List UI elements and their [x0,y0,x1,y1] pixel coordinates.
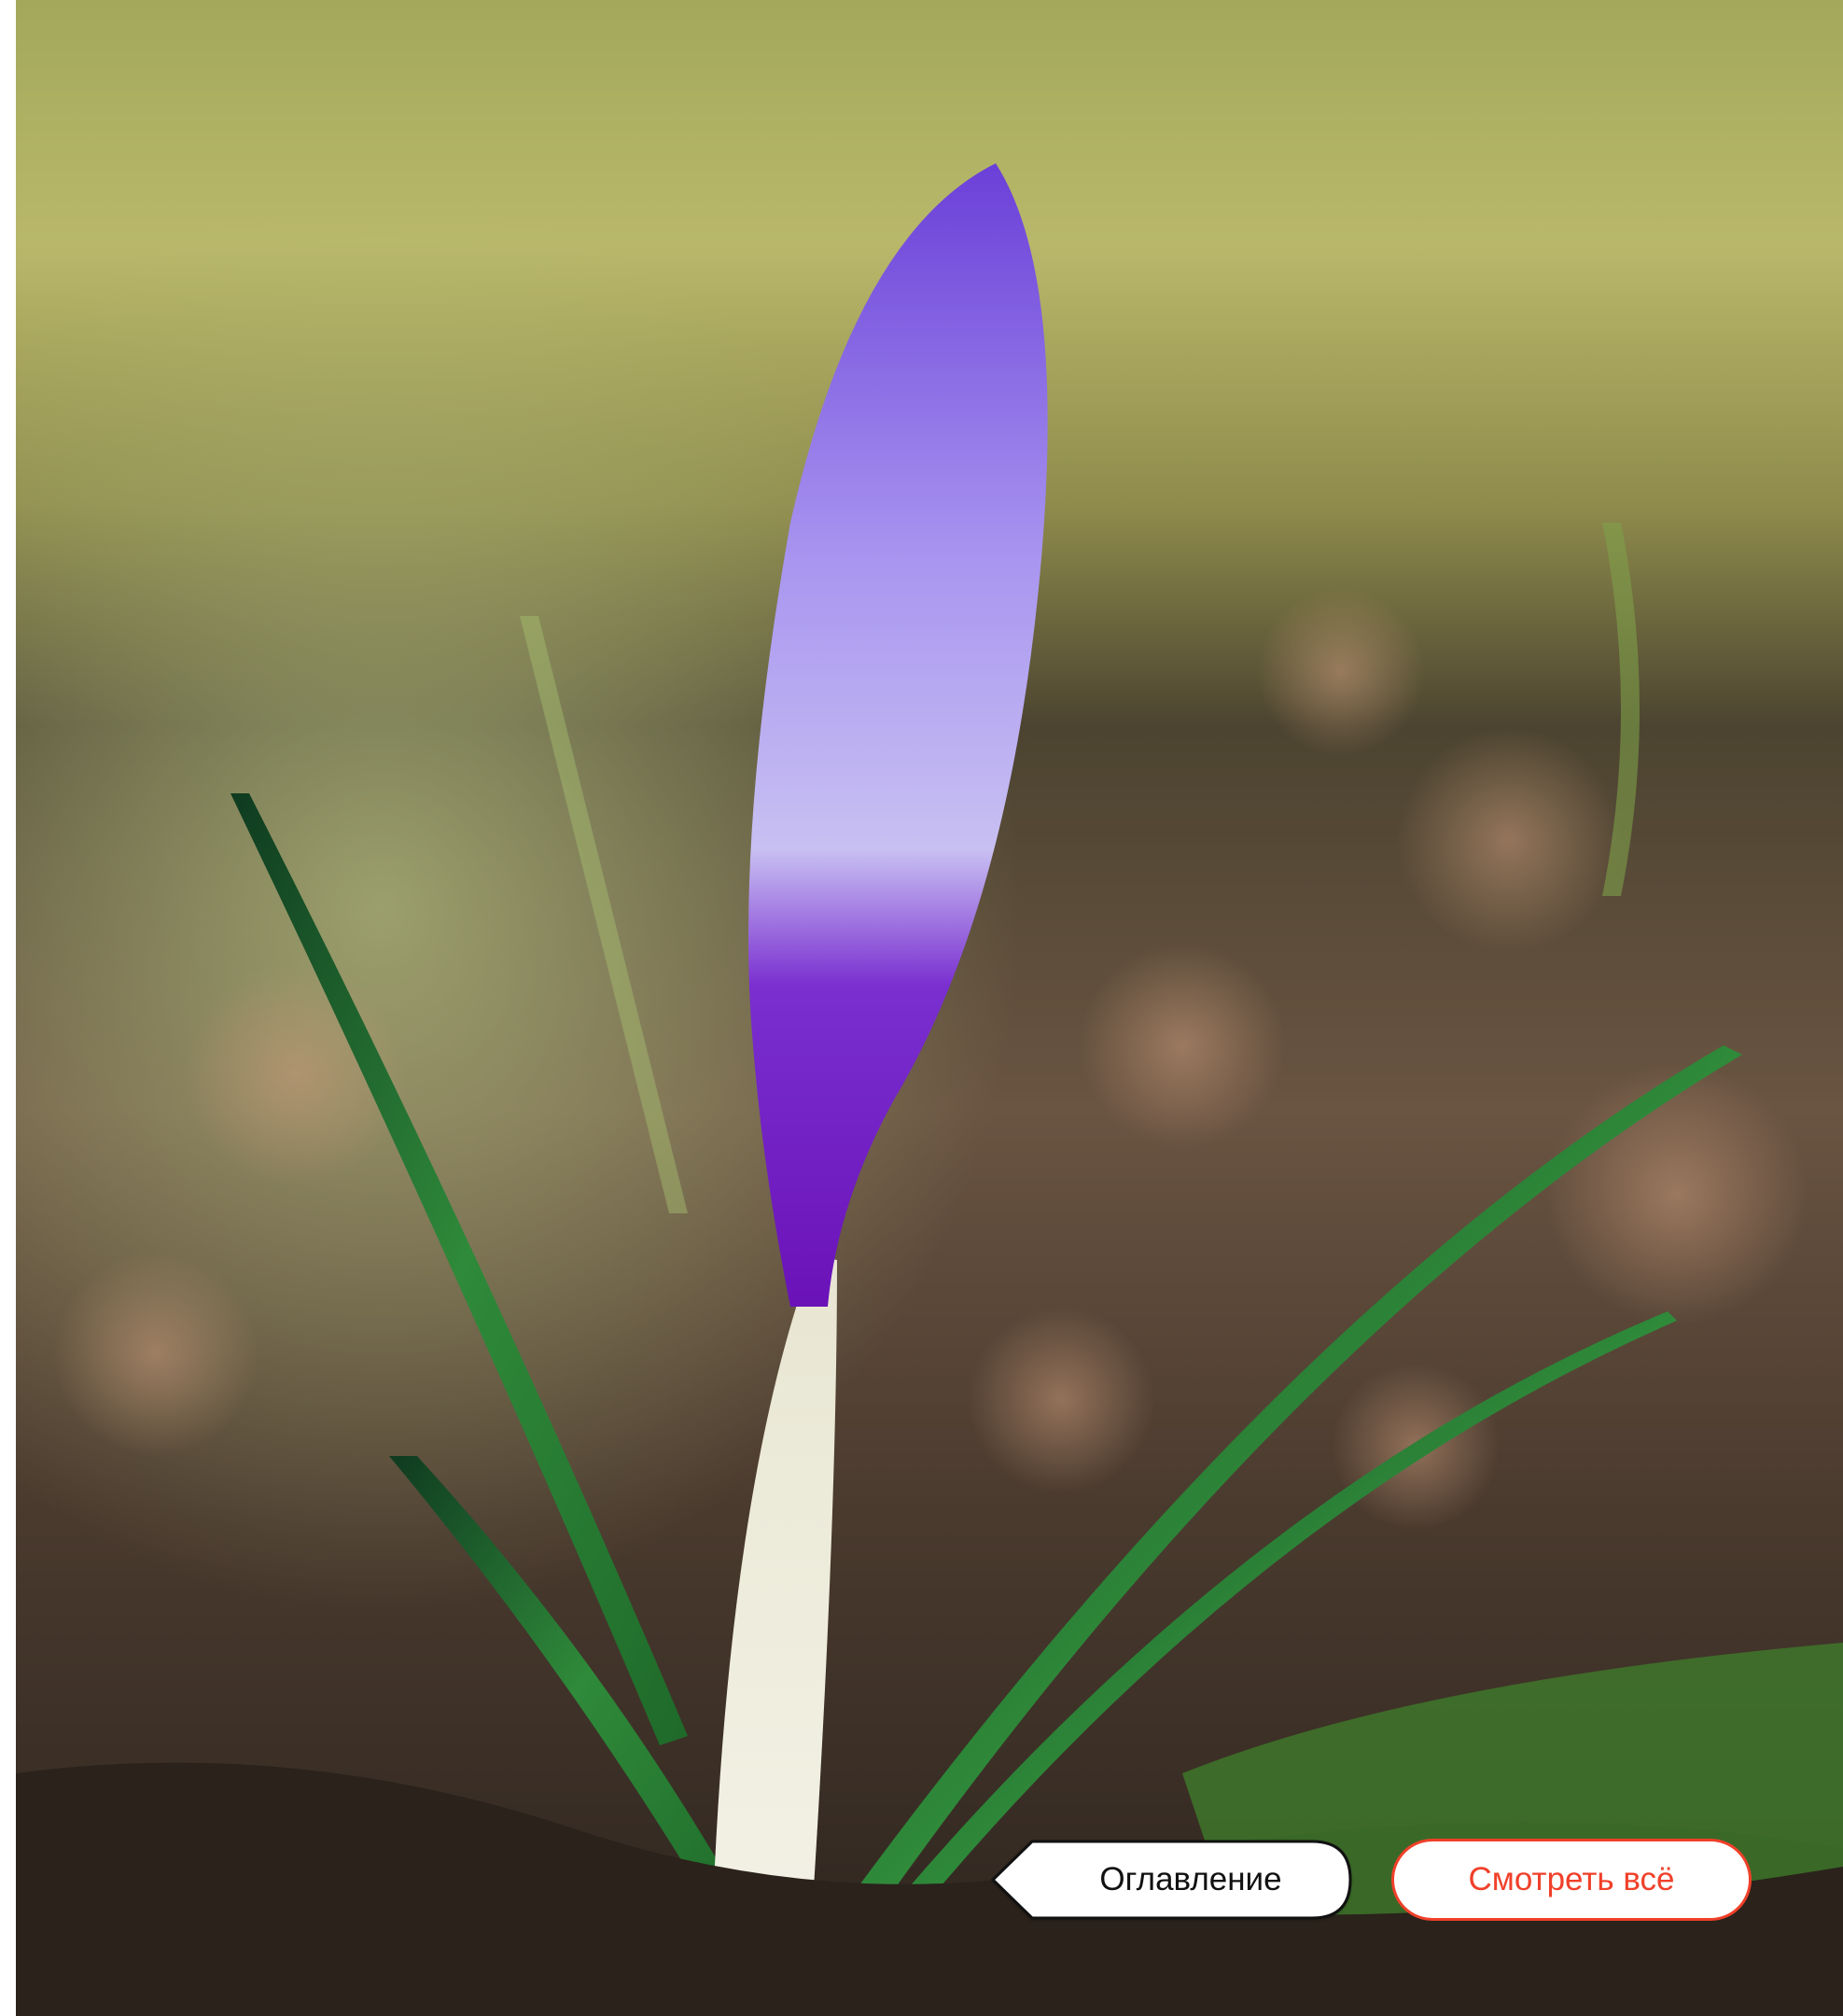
view-all-button[interactable]: Смотреть всё [1391,1839,1752,1921]
toc-button-label: Оглавление [1099,1861,1282,1897]
crocus-photo [16,0,1843,2016]
toc-button[interactable]: Оглавление [991,1839,1353,1921]
